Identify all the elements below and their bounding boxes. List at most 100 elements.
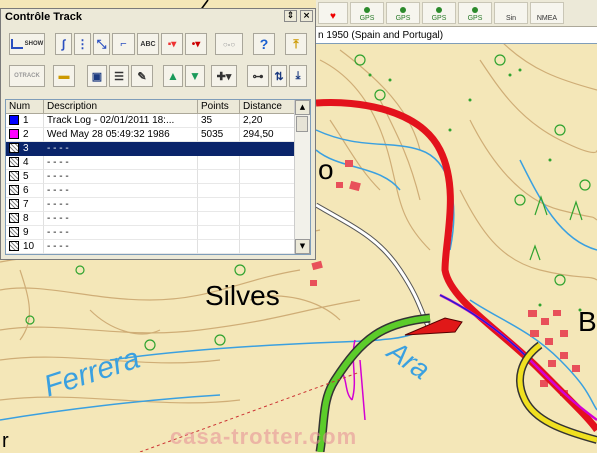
add-icon: ✚▾ [216, 70, 232, 83]
move-top-button[interactable]: ⤒ [285, 33, 307, 55]
gps-button-4[interactable]: GPS [458, 2, 492, 24]
track-color-swatch[interactable] [9, 199, 19, 210]
table-row[interactable]: 3 - - - - [6, 142, 296, 156]
table-row[interactable]: 10 - - - - [6, 240, 296, 254]
cell-description: - - - - [44, 170, 198, 184]
style-dropdown[interactable]: •▾ [185, 33, 207, 55]
table-row[interactable]: 7 - - - - [6, 198, 296, 212]
join-button[interactable]: ⌐ [112, 33, 135, 55]
link-button[interactable]: ○-○ [215, 33, 243, 55]
column-header-description[interactable]: Description [44, 100, 198, 114]
row-number: 4 [23, 157, 29, 168]
table-row[interactable]: 5 - - - - [6, 170, 296, 184]
edit-points-button[interactable]: ⤡ [93, 33, 110, 55]
list-button[interactable]: ☰ [109, 65, 129, 87]
scroll-down-button[interactable]: ▼ [295, 239, 310, 254]
draw-track-button[interactable]: ∫ [55, 33, 72, 55]
gps-button-1[interactable]: GPS [350, 2, 384, 24]
nmea-button[interactable]: NMEA [530, 2, 564, 24]
scroll-thumb[interactable] [296, 116, 308, 132]
cell-description: - - - - [44, 184, 198, 198]
cell-num: 3 [6, 142, 44, 156]
color-dropdown[interactable]: ▪▾ [161, 33, 183, 55]
cell-points [198, 198, 240, 212]
column-header-num[interactable]: Num [6, 100, 44, 114]
datum-field: n 1950 (Spain and Portugal) [316, 27, 597, 44]
top-arrow-icon: ⤒ [293, 36, 299, 51]
cell-description: - - - - [44, 156, 198, 170]
line-style-icon: •▾ [191, 38, 201, 50]
cell-num: 1 [6, 114, 44, 128]
color-icon: ▪▾ [167, 38, 177, 50]
track-color-swatch[interactable] [9, 143, 19, 154]
cell-distance: 294,50 [240, 128, 296, 142]
cell-distance [240, 240, 296, 254]
scroll-up-button[interactable]: ▲ [295, 100, 310, 115]
cell-description: Wed May 28 05:49:32 1986 [44, 128, 198, 142]
save-button[interactable]: ▣ [87, 65, 107, 87]
table-row[interactable]: 6 - - - - [6, 184, 296, 198]
cell-points: 5035 [198, 128, 240, 142]
pin-button[interactable]: ⇕ [284, 10, 297, 22]
move-down-button[interactable]: ▼ [185, 65, 205, 87]
close-button[interactable]: × [300, 10, 313, 22]
track-color-swatch[interactable] [9, 213, 19, 224]
link-icon: ○-○ [222, 39, 236, 49]
show-button[interactable]: SHOW [9, 33, 45, 55]
window-title: Contrôle Track [5, 11, 83, 23]
column-header-distance[interactable]: Distance [240, 100, 296, 114]
cell-description: - - - - [44, 198, 198, 212]
edit-button[interactable]: ✎ [131, 65, 153, 87]
tree-button[interactable]: ⊶ [247, 65, 269, 87]
vertical-scrollbar[interactable]: ▲ ▼ [294, 100, 310, 254]
track-color-swatch[interactable] [9, 241, 19, 252]
gps-icon [400, 7, 406, 13]
window-titlebar[interactable]: Contrôle Track ⇕ × [1, 9, 315, 25]
tree-icon: ⊶ [252, 70, 264, 83]
list-icon: ☰ [114, 70, 124, 83]
cell-points [198, 226, 240, 240]
map-label-partial-r: r [2, 430, 9, 452]
abc-button[interactable]: ABC [137, 33, 159, 55]
add-dropdown[interactable]: ✚▾ [211, 65, 237, 87]
table-row[interactable]: 2 Wed May 28 05:49:32 1986 5035 294,50 [6, 128, 296, 142]
track-color-swatch[interactable] [9, 171, 19, 182]
sort-button[interactable]: ⇅ [271, 65, 287, 87]
help-button[interactable]: ? [253, 33, 275, 55]
table-row[interactable]: 1 Track Log - 02/01/2011 18:... 35 2,20 [6, 114, 296, 128]
otrack-button[interactable]: OTRACK [9, 65, 45, 87]
points-button[interactable]: ⋮ [74, 33, 91, 55]
marker-button[interactable]: ♥ [318, 2, 348, 24]
sim-button[interactable]: Sin [494, 2, 528, 24]
gps-button-3[interactable]: GPS [422, 2, 456, 24]
move-up-button[interactable]: ▲ [163, 65, 183, 87]
row-number: 8 [23, 213, 29, 224]
table-row[interactable]: 9 - - - - [6, 226, 296, 240]
gps-button-2[interactable]: GPS [386, 2, 420, 24]
track-color-swatch[interactable] [9, 115, 19, 126]
track-color-swatch[interactable] [9, 185, 19, 196]
table-row[interactable]: 8 - - - - [6, 212, 296, 226]
row-number: 3 [23, 143, 29, 154]
cell-num: 4 [6, 156, 44, 170]
track-table[interactable]: Num Description Points Distance 1 Track L… [5, 99, 311, 255]
cell-distance [240, 170, 296, 184]
gps-icon [436, 7, 442, 13]
track-color-swatch[interactable] [9, 227, 19, 238]
track-color-swatch[interactable] [9, 129, 19, 140]
map-label-partial-b: B [578, 306, 597, 337]
map-label-partial-o: o [318, 154, 334, 185]
cell-points: 35 [198, 114, 240, 128]
curve-icon: ∫ [61, 37, 66, 51]
table-row[interactable]: 4 - - - - [6, 156, 296, 170]
cell-points [198, 184, 240, 198]
move-bottom-button[interactable]: ⤓ [289, 65, 307, 87]
row-number: 9 [23, 227, 29, 238]
track-color-swatch[interactable] [9, 157, 19, 168]
cell-distance: 2,20 [240, 114, 296, 128]
map-toolbar: ♥ GPS GPS GPS GPS Sin NMEA [316, 0, 597, 27]
bottom-arrow-icon: ⤓ [295, 69, 301, 82]
column-header-points[interactable]: Points [198, 100, 240, 114]
row-number: 2 [23, 129, 29, 140]
ruler-button[interactable]: ▬ [53, 65, 75, 87]
